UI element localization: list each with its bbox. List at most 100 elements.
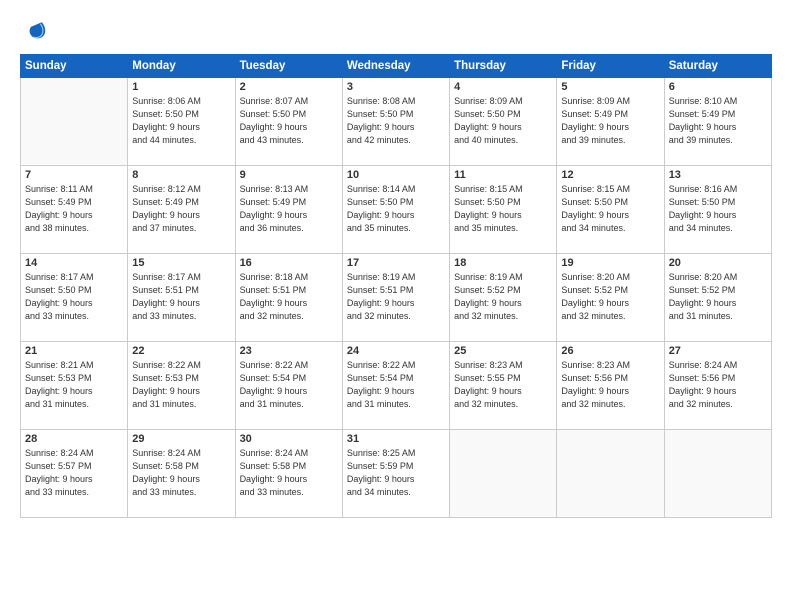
cell-details: Sunrise: 8:20 AM Sunset: 5:52 PM Dayligh…	[669, 271, 767, 323]
cell-details: Sunrise: 8:11 AM Sunset: 5:49 PM Dayligh…	[25, 183, 123, 235]
weekday-header-thursday: Thursday	[450, 55, 557, 78]
calendar-cell: 26Sunrise: 8:23 AM Sunset: 5:56 PM Dayli…	[557, 342, 664, 430]
cell-details: Sunrise: 8:24 AM Sunset: 5:57 PM Dayligh…	[25, 447, 123, 499]
calendar-cell: 25 Sunrise: 8:23 AM Sunset: 5:55 PM Dayli…	[450, 342, 557, 430]
day-number: 20	[669, 257, 767, 269]
cell-details: Sunrise: 8:08 AM Sunset: 5:50 PM Dayligh…	[347, 95, 445, 147]
cell-details: Sunrise: 8:06 AM Sunset: 5:50 PM Dayligh…	[132, 95, 230, 147]
day-number: 25	[454, 345, 552, 357]
day-number: 17	[347, 257, 445, 269]
calendar-week-2: 14 Sunrise: 8:17 AM Sunset: 5:50 PM Dayli…	[21, 254, 772, 342]
cell-details: Sunrise: 8:20 AM Sunset: 5:52 PM Dayligh…	[561, 271, 659, 323]
calendar-cell: 12 Sunrise: 8:15 AM Sunset: 5:50 PM Dayli…	[557, 166, 664, 254]
cell-details: Sunrise: 8:24 AM Sunset: 5:58 PM Dayligh…	[132, 447, 230, 499]
calendar-cell: 8 Sunrise: 8:12 AM Sunset: 5:49 PM Daylig…	[128, 166, 235, 254]
day-number: 5	[561, 81, 659, 93]
cell-details: Sunrise: 8:22 AM Sunset: 5:53 PM Dayligh…	[132, 359, 230, 411]
calendar-cell: 9Sunrise: 8:13 AM Sunset: 5:49 PM Daylig…	[235, 166, 342, 254]
cell-details: Sunrise: 8:15 AM Sunset: 5:50 PM Dayligh…	[561, 183, 659, 235]
day-number: 13	[669, 169, 767, 181]
calendar-cell: 20 Sunrise: 8:20 AM Sunset: 5:52 PM Dayli…	[664, 254, 771, 342]
calendar-cell: 17 Sunrise: 8:19 AM Sunset: 5:51 PM Dayli…	[342, 254, 449, 342]
cell-details: Sunrise: 8:22 AM Sunset: 5:54 PM Dayligh…	[240, 359, 338, 411]
calendar-week-3: 21 Sunrise: 8:21 AM Sunset: 5:53 PM Dayli…	[21, 342, 772, 430]
day-number: 24	[347, 345, 445, 357]
day-number: 28	[25, 433, 123, 445]
calendar-cell: 7 Sunrise: 8:11 AM Sunset: 5:49 PM Daylig…	[21, 166, 128, 254]
calendar-cell: 19 Sunrise: 8:20 AM Sunset: 5:52 PM Dayli…	[557, 254, 664, 342]
logo	[20, 16, 52, 44]
cell-details: Sunrise: 8:16 AM Sunset: 5:50 PM Dayligh…	[669, 183, 767, 235]
cell-details: Sunrise: 8:25 AM Sunset: 5:59 PM Dayligh…	[347, 447, 445, 499]
calendar-cell: 21 Sunrise: 8:21 AM Sunset: 5:53 PM Dayli…	[21, 342, 128, 430]
day-number: 12	[561, 169, 659, 181]
calendar-week-0: 1 Sunrise: 8:06 AM Sunset: 5:50 PM Daylig…	[21, 78, 772, 166]
day-number: 10	[347, 169, 445, 181]
day-number: 2	[240, 81, 338, 93]
day-number: 15	[132, 257, 230, 269]
calendar-table: SundayMondayTuesdayWednesdayThursdayFrid…	[20, 54, 772, 518]
day-number: 7	[25, 169, 123, 181]
cell-details: Sunrise: 8:12 AM Sunset: 5:49 PM Dayligh…	[132, 183, 230, 235]
calendar-cell: 6 Sunrise: 8:10 AM Sunset: 5:49 PM Daylig…	[664, 78, 771, 166]
weekday-header-sunday: Sunday	[21, 55, 128, 78]
calendar-cell: 10 Sunrise: 8:14 AM Sunset: 5:50 PM Dayli…	[342, 166, 449, 254]
cell-details: Sunrise: 8:14 AM Sunset: 5:50 PM Dayligh…	[347, 183, 445, 235]
day-number: 30	[240, 433, 338, 445]
calendar-cell: 16Sunrise: 8:18 AM Sunset: 5:51 PM Dayli…	[235, 254, 342, 342]
page: SundayMondayTuesdayWednesdayThursdayFrid…	[0, 0, 792, 612]
day-number: 19	[561, 257, 659, 269]
calendar-cell: 11 Sunrise: 8:15 AM Sunset: 5:50 PM Dayli…	[450, 166, 557, 254]
day-number: 21	[25, 345, 123, 357]
day-number: 11	[454, 169, 552, 181]
cell-details: Sunrise: 8:23 AM Sunset: 5:55 PM Dayligh…	[454, 359, 552, 411]
weekday-header-tuesday: Tuesday	[235, 55, 342, 78]
day-number: 3	[347, 81, 445, 93]
calendar-cell	[450, 430, 557, 518]
cell-details: Sunrise: 8:19 AM Sunset: 5:52 PM Dayligh…	[454, 271, 552, 323]
weekday-header-saturday: Saturday	[664, 55, 771, 78]
calendar-cell: 31 Sunrise: 8:25 AM Sunset: 5:59 PM Dayli…	[342, 430, 449, 518]
calendar-cell	[21, 78, 128, 166]
cell-details: Sunrise: 8:09 AM Sunset: 5:50 PM Dayligh…	[454, 95, 552, 147]
cell-details: Sunrise: 8:17 AM Sunset: 5:51 PM Dayligh…	[132, 271, 230, 323]
cell-details: Sunrise: 8:09 AM Sunset: 5:49 PM Dayligh…	[561, 95, 659, 147]
day-number: 6	[669, 81, 767, 93]
calendar-cell: 15 Sunrise: 8:17 AM Sunset: 5:51 PM Dayli…	[128, 254, 235, 342]
cell-details: Sunrise: 8:21 AM Sunset: 5:53 PM Dayligh…	[25, 359, 123, 411]
calendar-cell: 18 Sunrise: 8:19 AM Sunset: 5:52 PM Dayli…	[450, 254, 557, 342]
cell-details: Sunrise: 8:18 AM Sunset: 5:51 PM Dayligh…	[240, 271, 338, 323]
day-number: 14	[25, 257, 123, 269]
cell-details: Sunrise: 8:17 AM Sunset: 5:50 PM Dayligh…	[25, 271, 123, 323]
cell-details: Sunrise: 8:19 AM Sunset: 5:51 PM Dayligh…	[347, 271, 445, 323]
cell-details: Sunrise: 8:22 AM Sunset: 5:54 PM Dayligh…	[347, 359, 445, 411]
calendar-cell: 29Sunrise: 8:24 AM Sunset: 5:58 PM Dayli…	[128, 430, 235, 518]
day-number: 23	[240, 345, 338, 357]
day-number: 4	[454, 81, 552, 93]
calendar-cell: 1 Sunrise: 8:06 AM Sunset: 5:50 PM Daylig…	[128, 78, 235, 166]
calendar-cell: 30Sunrise: 8:24 AM Sunset: 5:58 PM Dayli…	[235, 430, 342, 518]
day-number: 27	[669, 345, 767, 357]
cell-details: Sunrise: 8:24 AM Sunset: 5:56 PM Dayligh…	[669, 359, 767, 411]
calendar-cell: 5 Sunrise: 8:09 AM Sunset: 5:49 PM Daylig…	[557, 78, 664, 166]
calendar-cell: 23 Sunrise: 8:22 AM Sunset: 5:54 PM Dayli…	[235, 342, 342, 430]
cell-details: Sunrise: 8:10 AM Sunset: 5:49 PM Dayligh…	[669, 95, 767, 147]
day-number: 26	[561, 345, 659, 357]
header	[20, 16, 772, 44]
calendar-cell: 3 Sunrise: 8:08 AM Sunset: 5:50 PM Daylig…	[342, 78, 449, 166]
calendar-cell	[664, 430, 771, 518]
calendar-cell	[557, 430, 664, 518]
day-number: 31	[347, 433, 445, 445]
day-number: 1	[132, 81, 230, 93]
day-number: 22	[132, 345, 230, 357]
day-number: 18	[454, 257, 552, 269]
cell-details: Sunrise: 8:15 AM Sunset: 5:50 PM Dayligh…	[454, 183, 552, 235]
calendar-cell: 22 Sunrise: 8:22 AM Sunset: 5:53 PM Dayli…	[128, 342, 235, 430]
calendar-cell: 2Sunrise: 8:07 AM Sunset: 5:50 PM Daylig…	[235, 78, 342, 166]
weekday-header-friday: Friday	[557, 55, 664, 78]
day-number: 9	[240, 169, 338, 181]
weekday-header-row: SundayMondayTuesdayWednesdayThursdayFrid…	[21, 55, 772, 78]
day-number: 8	[132, 169, 230, 181]
calendar-cell: 14 Sunrise: 8:17 AM Sunset: 5:50 PM Dayli…	[21, 254, 128, 342]
calendar-cell: 4 Sunrise: 8:09 AM Sunset: 5:50 PM Daylig…	[450, 78, 557, 166]
